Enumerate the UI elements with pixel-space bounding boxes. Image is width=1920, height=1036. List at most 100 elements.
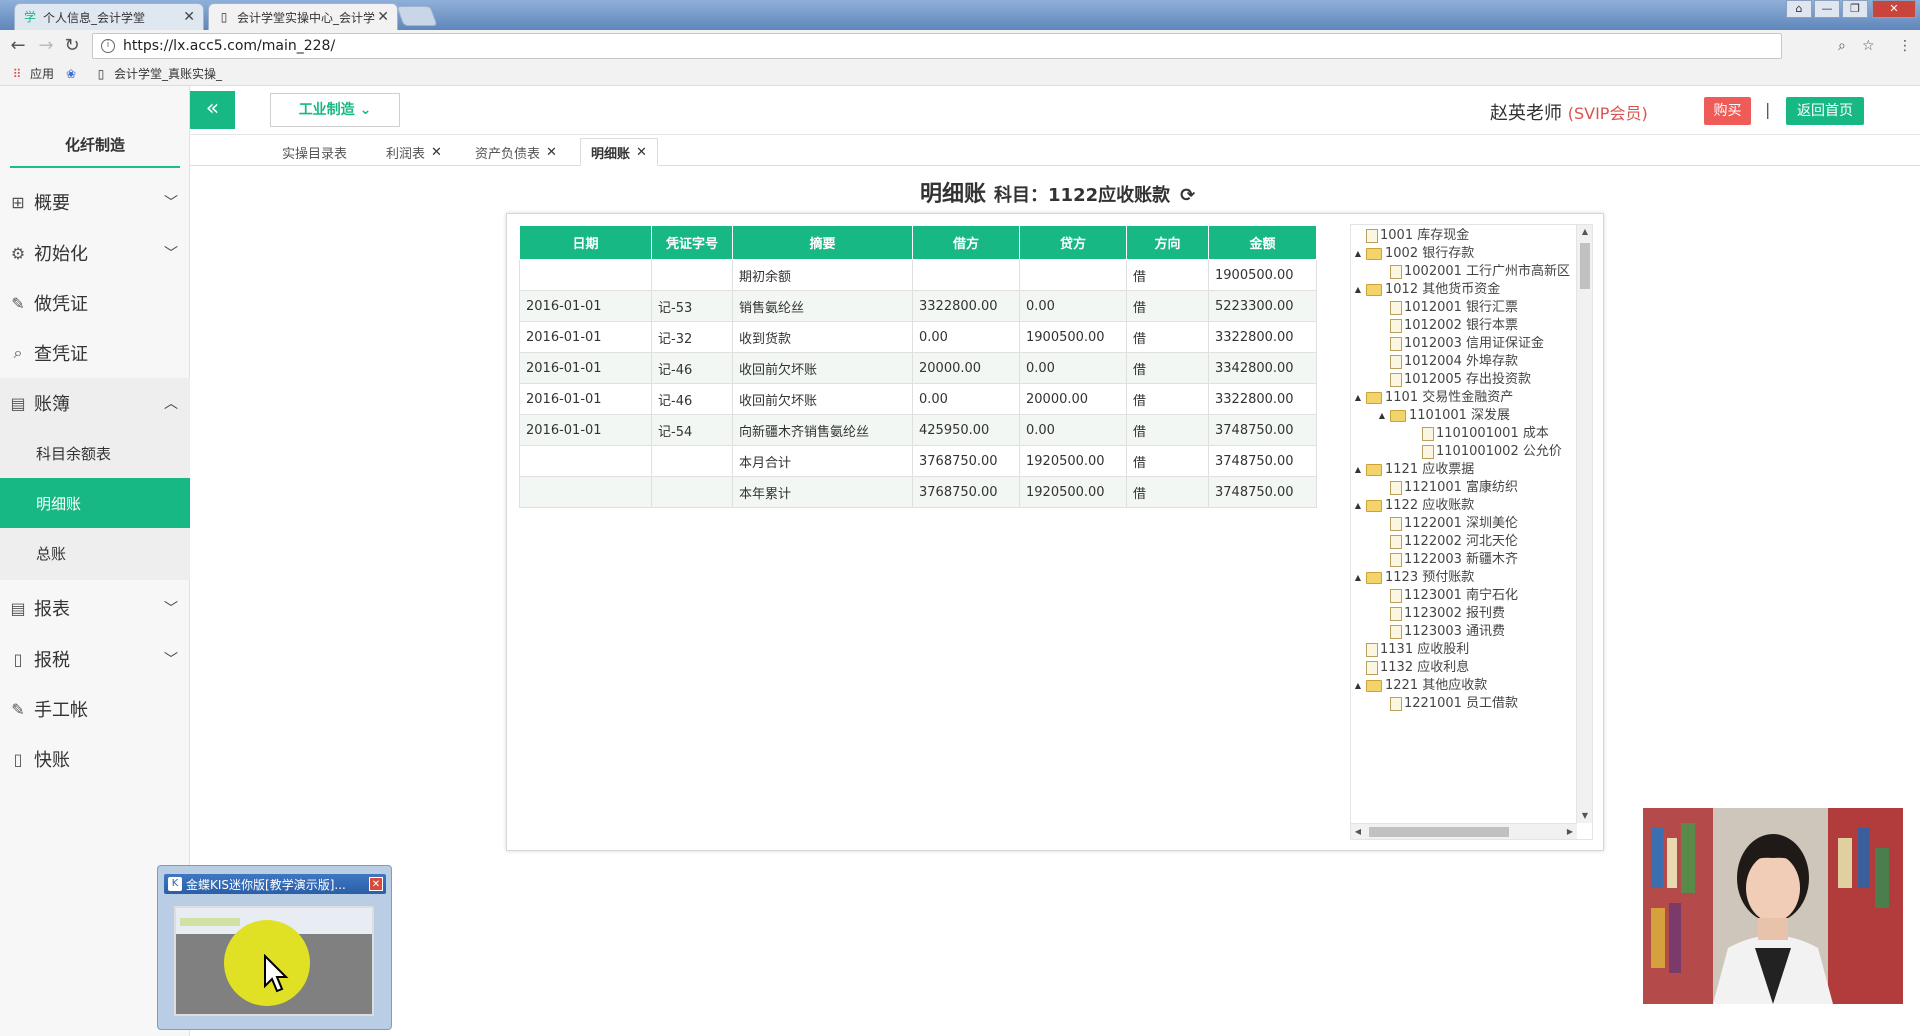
back-icon[interactable]: ← xyxy=(8,36,28,56)
tree-horizontal-scrollbar[interactable]: ◀ ▶ xyxy=(1351,823,1577,839)
bookmark-acc5[interactable]: ▯ 会计学堂_真账实操_ xyxy=(94,65,222,82)
scroll-down-icon[interactable]: ▼ xyxy=(1577,809,1592,823)
scroll-left-icon[interactable]: ◀ xyxy=(1351,824,1365,839)
sidebar-item-make-voucher[interactable]: ✎ 做凭证 xyxy=(0,278,190,328)
document-icon xyxy=(1390,373,1402,387)
table-cell: 借 xyxy=(1126,445,1209,477)
browser-tab-1[interactable]: 学 个人信息_会计学堂 ✕ xyxy=(14,3,204,30)
user-icon[interactable]: ⌂ xyxy=(1786,0,1812,18)
table-row[interactable]: 本月合计 3768750.00 1920500.00 借 3748750.00 xyxy=(519,445,1317,477)
table-cell: 1920500.00 xyxy=(1019,445,1127,477)
scroll-right-icon[interactable]: ▶ xyxy=(1563,824,1577,839)
url-field[interactable]: i https://lx.acc5.com/main_228/ xyxy=(92,33,1782,59)
table-cell: 3748750.00 xyxy=(1208,476,1317,508)
presenter-image xyxy=(1643,808,1903,1004)
table-row[interactable]: 2016-01-01 记-53 销售氨纶丝 3322800.00 0.00 借 522330… xyxy=(519,290,1317,322)
minimize-icon[interactable]: — xyxy=(1814,0,1840,18)
logo-icon: 学 xyxy=(23,10,36,24)
zoom-icon[interactable]: ⌕ xyxy=(1838,38,1846,54)
refresh-icon[interactable]: ⟳ xyxy=(1180,185,1195,206)
expand-toggle-icon[interactable]: ▲ xyxy=(1353,567,1363,589)
scroll-up-icon[interactable]: ▲ xyxy=(1577,225,1592,239)
buy-button[interactable]: 购买 xyxy=(1704,97,1751,125)
expand-toggle-icon[interactable]: ▲ xyxy=(1353,243,1363,265)
sidebar-item-tax[interactable]: ▯ 报税 ﹀ xyxy=(0,634,190,684)
document-icon xyxy=(1422,445,1434,459)
chevron-down-icon: ﹀ xyxy=(164,601,178,617)
bookmarks-bar: ⠿ 应用 ❀ ▯ 会计学堂_真账实操_ xyxy=(0,62,1920,86)
sidebar-item-query-voucher[interactable]: ⌕ 查凭证 xyxy=(0,328,190,378)
forward-icon[interactable]: → xyxy=(36,36,56,56)
close-icon[interactable]: ✕ xyxy=(636,145,647,160)
document-icon xyxy=(1390,607,1402,621)
folder-icon xyxy=(1366,572,1382,584)
bookmark-apps[interactable]: ⠿ 应用 xyxy=(10,65,54,82)
close-icon[interactable]: ✕ xyxy=(369,877,383,891)
home-button[interactable]: 返回首页 xyxy=(1786,97,1864,125)
table-row[interactable]: 2016-01-01 记-54 向新疆木齐销售氨纶丝 425950.00 0.00 借 37… xyxy=(519,414,1317,446)
browser-tab-bar: 学 个人信息_会计学堂 ✕ ▯ 会计学堂实操中心_会计学 ✕ ⌂ — ❐ ✕ xyxy=(0,0,1920,30)
expand-toggle-icon[interactable]: ▲ xyxy=(1353,675,1363,697)
collapse-sidebar-button[interactable]: « xyxy=(190,91,235,129)
sidebar-item-overview[interactable]: ⊞ 概要 ﹀ xyxy=(0,177,190,227)
column-header: 贷方 xyxy=(1019,225,1127,260)
table-cell: 本年累计 xyxy=(732,476,913,508)
expand-toggle-icon[interactable]: ▲ xyxy=(1353,387,1363,409)
browser-tab-2[interactable]: ▯ 会计学堂实操中心_会计学 ✕ xyxy=(208,3,398,30)
sidebar-item-reports[interactable]: ▤ 报表 ﹀ xyxy=(0,583,190,633)
new-tab-button[interactable] xyxy=(396,6,438,26)
sidebar-item-manual[interactable]: ✎ 手工帐 xyxy=(0,684,190,734)
tab-profit[interactable]: 利润表 ✕ xyxy=(376,138,452,166)
tree-node[interactable]: 1221001 员工借款 xyxy=(1377,693,1518,715)
expand-toggle-icon[interactable]: ▲ xyxy=(1353,495,1363,517)
sidebar-item-quick[interactable]: ▯ 快账 xyxy=(0,734,190,784)
table-row[interactable]: 2016-01-01 记-46 收回前欠坏账 0.00 20000.00 借 3322800… xyxy=(519,383,1317,415)
table-row[interactable]: 期初余额 借 1900500.00 xyxy=(519,259,1317,291)
industry-dropdown[interactable]: 工业制造 ⌄ xyxy=(270,93,400,127)
table-cell: 2016-01-01 xyxy=(519,414,652,446)
expand-toggle-icon[interactable]: ▲ xyxy=(1353,279,1363,301)
table-row[interactable]: 2016-01-01 记-46 收回前欠坏账 20000.00 0.00 借 3342800… xyxy=(519,352,1317,384)
tree-vertical-scrollbar[interactable]: ▲ ▼ xyxy=(1576,225,1592,823)
scroll-thumb[interactable] xyxy=(1369,827,1509,837)
sidebar-item-ledger[interactable]: ▤ 账簿 ︿ xyxy=(0,378,190,428)
close-icon[interactable]: ✕ xyxy=(431,145,442,160)
submenu-general-ledger[interactable]: 总账 xyxy=(0,528,190,578)
sidebar-item-label: 手工帐 xyxy=(34,700,88,721)
table-cell: 借 xyxy=(1126,352,1209,384)
close-window-icon[interactable]: ✕ xyxy=(1872,0,1916,18)
table-row[interactable]: 本年累计 3768750.00 1920500.00 借 3748750.00 xyxy=(519,476,1317,508)
menu-icon[interactable]: ⋮ xyxy=(1898,38,1912,54)
file-icon: ▯ xyxy=(13,749,23,769)
sidebar-item-init[interactable]: ⚙ 初始化 ﹀ xyxy=(0,228,190,278)
star-icon[interactable]: ☆ xyxy=(1862,38,1875,54)
expand-toggle-icon[interactable]: ▲ xyxy=(1377,405,1387,427)
document-icon xyxy=(1390,265,1402,279)
submenu-account-balance[interactable]: 科目余额表 xyxy=(0,428,190,478)
submenu-detail-ledger[interactable]: 明细账 xyxy=(0,478,190,528)
bookmark-paw[interactable]: ❀ xyxy=(64,67,84,81)
tab-detail-ledger[interactable]: 明细账 ✕ xyxy=(580,138,658,166)
submenu-label: 科目余额表 xyxy=(36,444,112,463)
table-cell xyxy=(651,259,733,291)
browser-tab-title: 个人信息_会计学堂 xyxy=(43,10,146,25)
close-tab-icon[interactable]: ✕ xyxy=(183,9,195,25)
tab-practice-catalog[interactable]: 实操目录表 xyxy=(272,138,357,166)
sidebar-item-label: 快账 xyxy=(34,750,70,771)
restore-icon[interactable]: ❐ xyxy=(1842,0,1868,18)
title-subject: 科目：1122应收账款 xyxy=(994,185,1171,206)
table-cell: 5223300.00 xyxy=(1208,290,1317,322)
expand-toggle-icon[interactable]: ▲ xyxy=(1353,459,1363,481)
tab-balance-sheet[interactable]: 资产负债表 ✕ xyxy=(465,138,567,166)
page-icon: ▯ xyxy=(220,10,228,24)
close-tab-icon[interactable]: ✕ xyxy=(377,9,389,25)
company-underline xyxy=(10,166,180,168)
table-row[interactable]: 2016-01-01 记-32 收到货款 0.00 1900500.00 借 3322800… xyxy=(519,321,1317,353)
reload-icon[interactable]: ↻ xyxy=(62,36,82,56)
table-cell: 记-54 xyxy=(651,414,733,446)
table-cell: 2016-01-01 xyxy=(519,290,652,322)
close-icon[interactable]: ✕ xyxy=(546,145,557,160)
info-icon[interactable]: i xyxy=(101,39,115,53)
table-cell: 425950.00 xyxy=(912,414,1020,446)
scroll-thumb[interactable] xyxy=(1580,243,1590,289)
